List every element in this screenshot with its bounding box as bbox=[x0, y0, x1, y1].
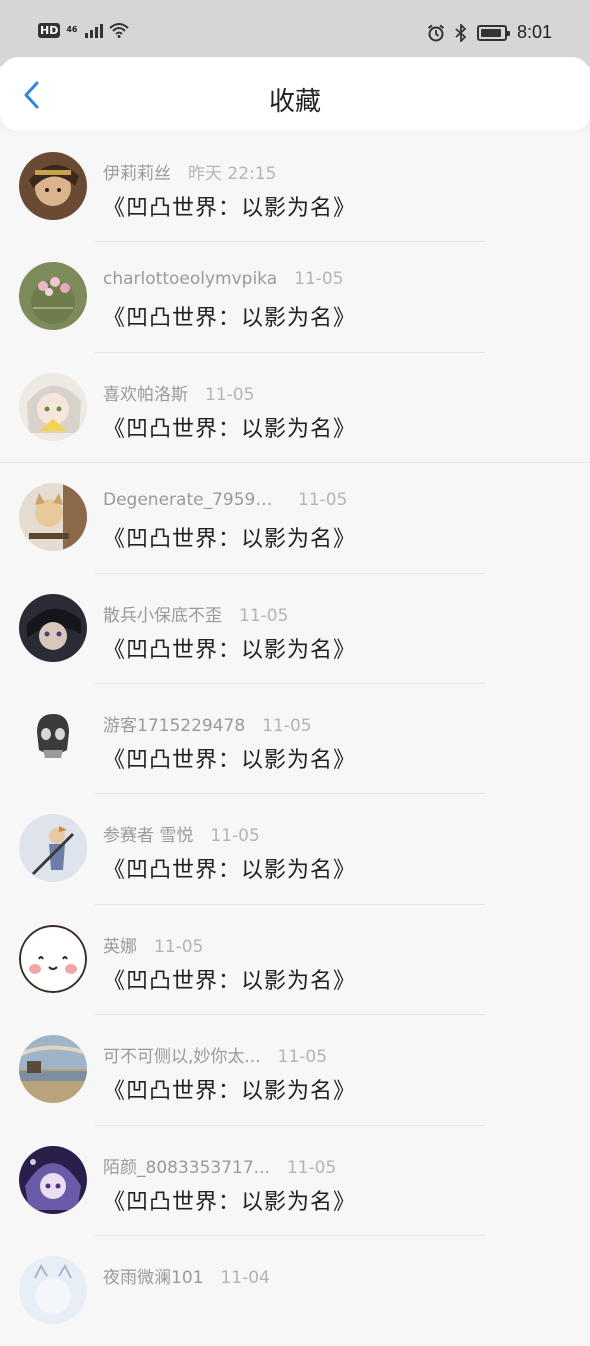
item-title[interactable]: 《凹凸世界：以影为名》 bbox=[103, 521, 356, 553]
timestamp: 11-05 bbox=[298, 490, 348, 511]
page-title: 收藏 bbox=[268, 87, 321, 117]
avatar[interactable] bbox=[19, 483, 87, 552]
favorites-list: 伊莉莉丝 昨天 22:15 《凹凸世界：以影为名》 charlottoeolym… bbox=[0, 132, 590, 1346]
list-item[interactable]: 游客1715229478 11-05 《凹凸世界：以影为名》 bbox=[0, 683, 590, 795]
user-name[interactable]: 夜雨微澜101 bbox=[103, 1263, 203, 1288]
item-meta: 陌颜_8083353717... 11-05 bbox=[103, 1153, 336, 1178]
status-right: 8:01 bbox=[427, 22, 552, 43]
user-name[interactable]: 英娜 bbox=[103, 932, 137, 957]
item-title[interactable]: 《凹凸世界：以影为名》 bbox=[103, 632, 356, 664]
user-name[interactable]: 参赛者 雪悦 bbox=[103, 821, 193, 846]
item-meta: 可不可侧以,妙你太... 11-05 bbox=[103, 1042, 327, 1067]
list-item[interactable]: 英娜 11-05 《凹凸世界：以影为名》 bbox=[0, 904, 590, 1016]
user-name[interactable]: 陌颜_8083353717... bbox=[103, 1153, 270, 1178]
alarm-icon bbox=[427, 24, 445, 41]
status-left: HD 46 bbox=[38, 22, 130, 38]
user-name[interactable]: charlottoeolymvpika bbox=[103, 269, 277, 289]
user-name[interactable]: 伊莉莉丝 bbox=[103, 159, 171, 184]
signal-icon bbox=[85, 22, 104, 38]
item-meta: 喜欢帕洛斯 11-05 bbox=[103, 380, 254, 405]
item-meta: 参赛者 雪悦 11-05 bbox=[103, 821, 260, 846]
clock: 8:01 bbox=[516, 22, 552, 42]
user-name[interactable]: Degenerate_79599... bbox=[103, 490, 281, 510]
user-name[interactable]: 可不可侧以,妙你太... bbox=[103, 1042, 261, 1067]
avatar[interactable] bbox=[19, 703, 87, 772]
timestamp: 11-05 bbox=[154, 936, 204, 957]
item-title[interactable]: 《凹凸世界：以影为名》 bbox=[103, 411, 356, 443]
item-title[interactable]: 《凹凸世界：以影为名》 bbox=[103, 742, 356, 774]
avatar[interactable] bbox=[19, 262, 87, 331]
item-title[interactable]: 《凹凸世界：以影为名》 bbox=[103, 300, 356, 332]
timestamp: 11-05 bbox=[205, 384, 255, 405]
battery-fill bbox=[480, 28, 501, 37]
list-item[interactable]: 陌颜_8083353717... 11-05 《凹凸世界：以影为名》 bbox=[0, 1125, 590, 1236]
avatar[interactable] bbox=[19, 1035, 87, 1104]
timestamp: 11-05 bbox=[262, 715, 312, 736]
avatar[interactable] bbox=[19, 1255, 87, 1324]
hd-badge: HD bbox=[38, 22, 61, 38]
list-item[interactable]: 参赛者 雪悦 11-05 《凹凸世界：以影为名》 bbox=[0, 794, 590, 905]
user-name[interactable]: 喜欢帕洛斯 bbox=[103, 380, 188, 405]
network-type: 46 bbox=[66, 25, 78, 34]
avatar[interactable] bbox=[19, 924, 87, 993]
item-title[interactable]: 《凹凸世界：以影为名》 bbox=[103, 190, 356, 222]
list-item[interactable]: 夜雨微澜101 11-04 bbox=[0, 1235, 590, 1346]
item-meta: 伊莉莉丝 昨天 22:15 bbox=[103, 159, 276, 184]
avatar[interactable] bbox=[19, 593, 87, 662]
timestamp: 11-05 bbox=[277, 1047, 328, 1068]
list-item[interactable]: Degenerate_79599... 11-05 《凹凸世界：以影为名》 bbox=[0, 463, 590, 574]
item-meta: 英娜 11-05 bbox=[103, 932, 203, 957]
timestamp: 11-04 bbox=[220, 1267, 270, 1288]
timestamp: 11-05 bbox=[286, 1157, 337, 1178]
avatar[interactable] bbox=[19, 152, 87, 220]
wifi-icon bbox=[109, 23, 130, 38]
timestamp: 11-05 bbox=[294, 269, 344, 290]
list-item[interactable]: 伊莉莉丝 昨天 22:15 《凹凸世界：以影为名》 bbox=[0, 132, 590, 243]
item-meta: 散兵小保底不歪 11-05 bbox=[103, 601, 288, 626]
avatar[interactable] bbox=[19, 1145, 87, 1214]
list-item[interactable]: 散兵小保底不歪 11-05 《凹凸世界：以影为名》 bbox=[0, 573, 590, 684]
nav-bar: 收藏 bbox=[0, 57, 590, 131]
item-meta: 游客1715229478 11-05 bbox=[103, 711, 312, 736]
timestamp: 昨天 22:15 bbox=[188, 164, 277, 184]
battery-icon bbox=[476, 24, 510, 41]
avatar[interactable] bbox=[19, 814, 87, 883]
list-item[interactable]: 可不可侧以,妙你太... 11-05 《凹凸世界：以影为名》 bbox=[0, 1015, 590, 1126]
item-meta: Degenerate_79599... 11-05 bbox=[103, 490, 347, 510]
item-title[interactable]: 《凹凸世界：以影为名》 bbox=[103, 1073, 356, 1105]
user-name[interactable]: 散兵小保底不歪 bbox=[103, 601, 222, 626]
avatar[interactable] bbox=[19, 372, 87, 441]
list-item[interactable]: charlottoeolymvpika 11-05 《凹凸世界：以影为名》 bbox=[0, 242, 590, 353]
item-title[interactable]: 《凹凸世界：以影为名》 bbox=[103, 963, 356, 995]
bluetooth-icon bbox=[455, 23, 467, 42]
item-meta: charlottoeolymvpika 11-05 bbox=[103, 269, 344, 289]
timestamp: 11-05 bbox=[210, 826, 260, 847]
item-meta: 夜雨微澜101 11-04 bbox=[103, 1263, 270, 1288]
item-title[interactable]: 《凹凸世界：以影为名》 bbox=[103, 852, 356, 884]
timestamp: 11-05 bbox=[239, 605, 289, 626]
user-name[interactable]: 游客1715229478 bbox=[103, 711, 245, 736]
item-title[interactable]: 《凹凸世界：以影为名》 bbox=[103, 1184, 356, 1216]
list-item[interactable]: 喜欢帕洛斯 11-05 《凹凸世界：以影为名》 bbox=[0, 352, 590, 464]
